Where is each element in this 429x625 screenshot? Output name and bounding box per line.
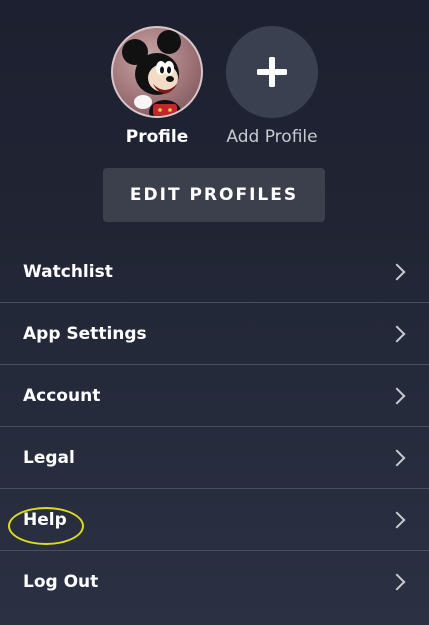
chevron-right-icon (388, 449, 406, 466)
settings-menu: Watchlist App Settings Account Legal Hel… (0, 241, 429, 613)
menu-item-label: Watchlist (23, 261, 113, 282)
menu-item-legal[interactable]: Legal (0, 427, 429, 489)
chevron-right-icon (388, 325, 406, 342)
plus-icon[interactable] (226, 26, 318, 118)
menu-item-account[interactable]: Account (0, 365, 429, 427)
profile-item-main[interactable]: Profile (97, 26, 217, 148)
menu-item-label: Log Out (23, 572, 99, 592)
chevron-right-icon (388, 511, 406, 528)
menu-item-watchlist[interactable]: Watchlist (0, 241, 429, 303)
menu-item-label: Legal (23, 447, 75, 468)
help-highlight-annotation (8, 507, 84, 545)
menu-item-app-settings[interactable]: App Settings (0, 303, 429, 365)
chevron-right-icon (388, 387, 406, 404)
profile-selector: Profile Add Profile (0, 26, 429, 156)
add-profile-item[interactable]: Add Profile (212, 26, 332, 148)
menu-item-label: Account (23, 385, 101, 406)
mickey-mouse-avatar-icon[interactable] (111, 26, 203, 118)
menu-item-label: App Settings (23, 323, 147, 344)
add-profile-label[interactable]: Add Profile (212, 126, 332, 148)
edit-profiles-button[interactable]: EDIT PROFILES (103, 168, 325, 222)
menu-item-log-out[interactable]: Log Out (0, 551, 429, 613)
chevron-right-icon (388, 573, 406, 591)
profile-name[interactable]: Profile (97, 126, 217, 148)
chevron-right-icon (388, 263, 406, 280)
